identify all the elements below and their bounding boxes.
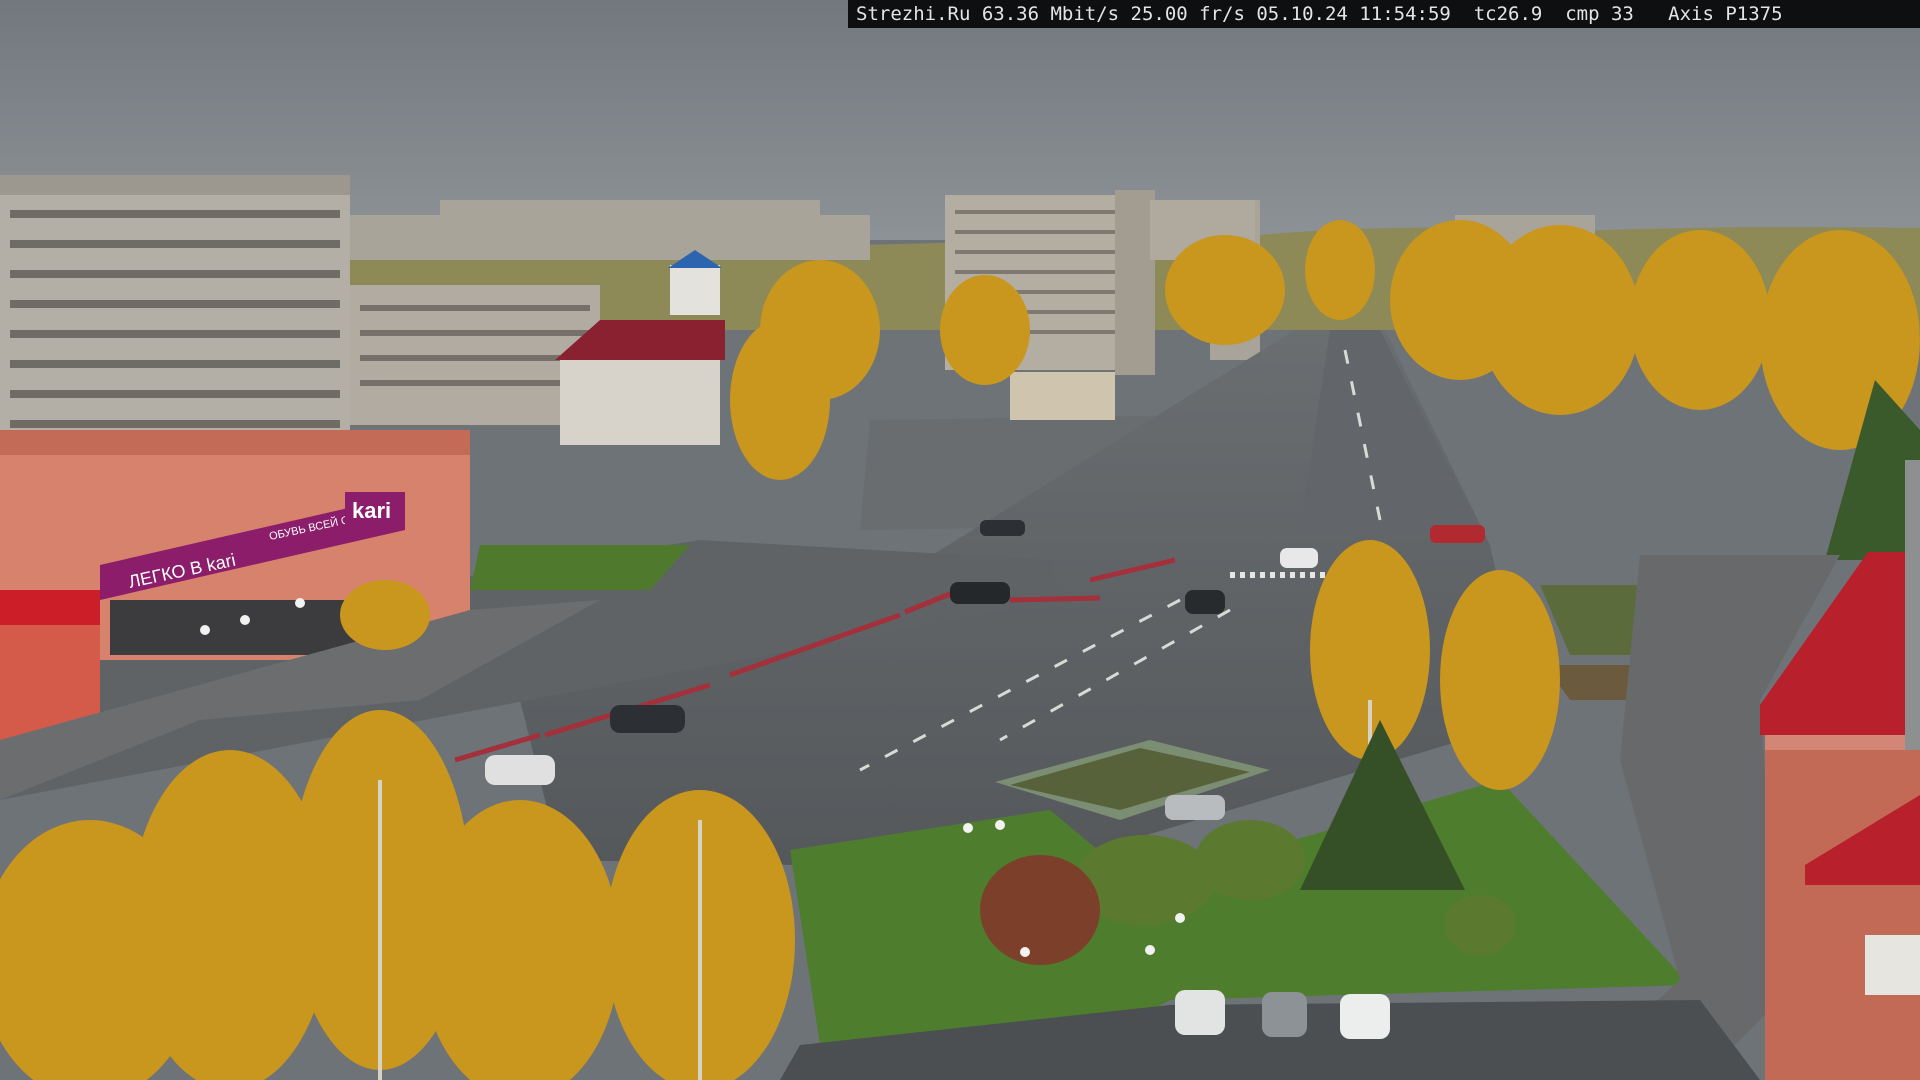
pavilion [1010,372,1115,420]
red-roof-house [555,320,725,445]
parked-cars [1175,990,1390,1039]
kari-logo-text: kari [352,498,391,523]
webcam-scene: ЛЕГКО В kari ОБУВЬ ВСЕЙ СЕМЬИ kari Strez… [0,0,1920,1080]
red-shrub [980,855,1100,965]
street-panorama: ЛЕГКО В kari ОБУВЬ ВСЕЙ СЕМЬИ kari [0,0,1920,1080]
camera-osd-overlay: Strezhi.Ru 63.36 Mbit/s 25.00 fr/s 05.10… [848,0,1920,28]
